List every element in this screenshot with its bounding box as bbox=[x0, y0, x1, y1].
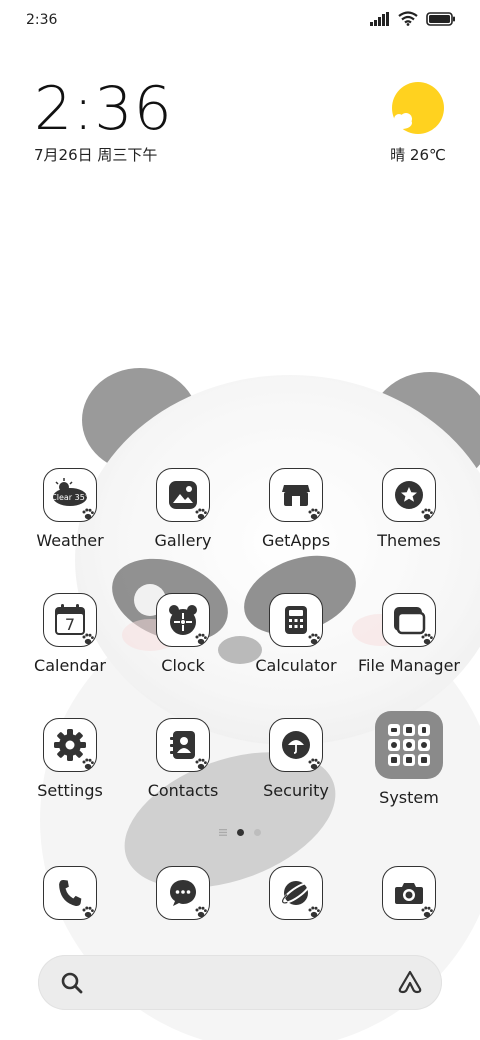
paw-badge-icon bbox=[82, 508, 94, 520]
folder-icon bbox=[382, 593, 436, 647]
clock-icon bbox=[156, 593, 210, 647]
clock-widget[interactable]: 2:36 7月26日 周三下午 bbox=[34, 76, 173, 165]
status-icons bbox=[370, 11, 456, 26]
paw-badge-icon bbox=[195, 758, 207, 770]
app-label: Calculator bbox=[255, 656, 337, 675]
clock-widget-date: 7月26日 周三下午 bbox=[34, 146, 158, 164]
paw-badge-icon bbox=[308, 633, 320, 645]
app-label: Contacts bbox=[147, 781, 219, 800]
signal-icon bbox=[370, 11, 389, 26]
app-label: System bbox=[379, 788, 439, 807]
paw-badge-icon bbox=[421, 906, 433, 918]
app-label: Settings bbox=[37, 781, 103, 800]
page-list-icon[interactable] bbox=[219, 829, 227, 836]
paw-badge-icon bbox=[308, 906, 320, 918]
paw-badge-icon bbox=[82, 758, 94, 770]
store-icon bbox=[269, 468, 323, 522]
app-label: Weather bbox=[36, 531, 104, 550]
calculator-icon bbox=[269, 593, 323, 647]
app-weather[interactable]: Clear 35° Weather bbox=[15, 468, 125, 550]
search-input[interactable] bbox=[94, 971, 382, 995]
weather-condition: 晴 bbox=[390, 146, 406, 164]
paw-badge-icon bbox=[421, 633, 433, 645]
status-bar: 2:36 bbox=[0, 0, 480, 42]
app-calculator[interactable]: Calculator bbox=[241, 593, 351, 675]
paw-badge-icon bbox=[308, 758, 320, 770]
dock-messages[interactable] bbox=[128, 866, 238, 920]
app-calendar[interactable]: 7 Calendar bbox=[15, 593, 125, 675]
calendar-icon: 7 bbox=[43, 593, 97, 647]
app-clock[interactable]: Clock bbox=[128, 593, 238, 675]
status-time: 2:36 bbox=[26, 12, 58, 28]
page-indicator[interactable] bbox=[0, 829, 480, 836]
page-dot[interactable] bbox=[254, 829, 261, 836]
app-settings[interactable]: Settings bbox=[15, 718, 125, 800]
app-security[interactable]: Security bbox=[241, 718, 351, 800]
clock-widget-time: 2:36 bbox=[34, 74, 173, 144]
app-system-folder[interactable]: System bbox=[354, 711, 464, 807]
paw-badge-icon bbox=[308, 508, 320, 520]
weather-summary: 晴 26℃ bbox=[380, 144, 456, 165]
app-label: Clock bbox=[161, 656, 205, 675]
dock-browser[interactable] bbox=[241, 866, 351, 920]
weather-temperature: 26℃ bbox=[409, 146, 446, 164]
paw-badge-icon bbox=[195, 508, 207, 520]
app-label: File Manager bbox=[358, 656, 460, 675]
phone-icon bbox=[43, 866, 97, 920]
paw-badge-icon bbox=[195, 633, 207, 645]
camera-icon bbox=[382, 866, 436, 920]
app-label: Calendar bbox=[34, 656, 106, 675]
app-label: Themes bbox=[377, 531, 441, 550]
weather-widget[interactable]: 晴 26℃ bbox=[380, 82, 456, 165]
weather-icon-label: Clear 35° bbox=[51, 493, 89, 502]
app-themes[interactable]: Themes bbox=[354, 468, 464, 550]
star-icon bbox=[382, 468, 436, 522]
paw-badge-icon bbox=[421, 508, 433, 520]
browser-icon bbox=[269, 866, 323, 920]
app-gallery[interactable]: Gallery bbox=[128, 468, 238, 550]
umbrella-icon bbox=[269, 718, 323, 772]
app-contacts[interactable]: Contacts bbox=[128, 718, 238, 800]
page-dot-active[interactable] bbox=[237, 829, 244, 836]
gallery-icon bbox=[156, 468, 210, 522]
app-file-manager[interactable]: File Manager bbox=[354, 593, 464, 675]
paw-badge-icon bbox=[82, 633, 94, 645]
dock-phone[interactable] bbox=[15, 866, 125, 920]
contacts-icon bbox=[156, 718, 210, 772]
app-label: GetApps bbox=[261, 531, 331, 550]
app-label: Gallery bbox=[154, 531, 212, 550]
gear-icon bbox=[43, 718, 97, 772]
search-bar[interactable] bbox=[38, 955, 442, 1010]
sunny-weather-icon bbox=[392, 82, 444, 134]
assistant-icon[interactable] bbox=[396, 969, 424, 995]
weather-icon: Clear 35° bbox=[43, 468, 97, 522]
battery-icon bbox=[426, 11, 455, 26]
paw-badge-icon bbox=[82, 906, 94, 918]
paw-badge-icon bbox=[195, 906, 207, 918]
calendar-day: 7 bbox=[65, 615, 75, 634]
messages-icon bbox=[156, 866, 210, 920]
dock-camera[interactable] bbox=[354, 866, 464, 920]
wifi-icon bbox=[398, 11, 418, 26]
search-icon[interactable] bbox=[60, 971, 84, 995]
app-label: Security bbox=[263, 781, 329, 800]
app-folder-icon bbox=[375, 711, 443, 779]
app-getapps[interactable]: GetApps bbox=[241, 468, 351, 550]
